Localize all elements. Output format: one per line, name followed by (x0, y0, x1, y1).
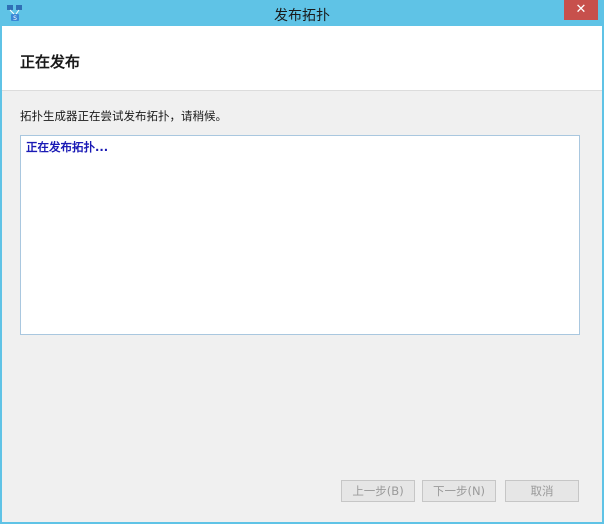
window-title: 发布拓扑 (274, 8, 330, 24)
publish-topology-window: S 发布拓扑 ✕ 正在发布 拓扑生成器正在尝试发布拓扑，请稍候。 正在发布拓扑.… (0, 0, 604, 524)
page-header: 正在发布 (2, 26, 602, 91)
title-bar[interactable]: S 发布拓扑 ✕ (2, 0, 602, 26)
close-button[interactable]: ✕ (564, 0, 598, 20)
status-description: 拓扑生成器正在尝试发布拓扑，请稍候。 (20, 109, 227, 123)
previous-button[interactable]: 上一步(B) (341, 480, 415, 502)
next-button[interactable]: 下一步(N) (422, 480, 496, 502)
log-line: 正在发布拓扑... (26, 140, 109, 154)
cancel-button[interactable]: 取消 (505, 480, 579, 502)
publish-log-box[interactable]: 正在发布拓扑... (20, 135, 580, 335)
page-title: 正在发布 (20, 53, 81, 71)
